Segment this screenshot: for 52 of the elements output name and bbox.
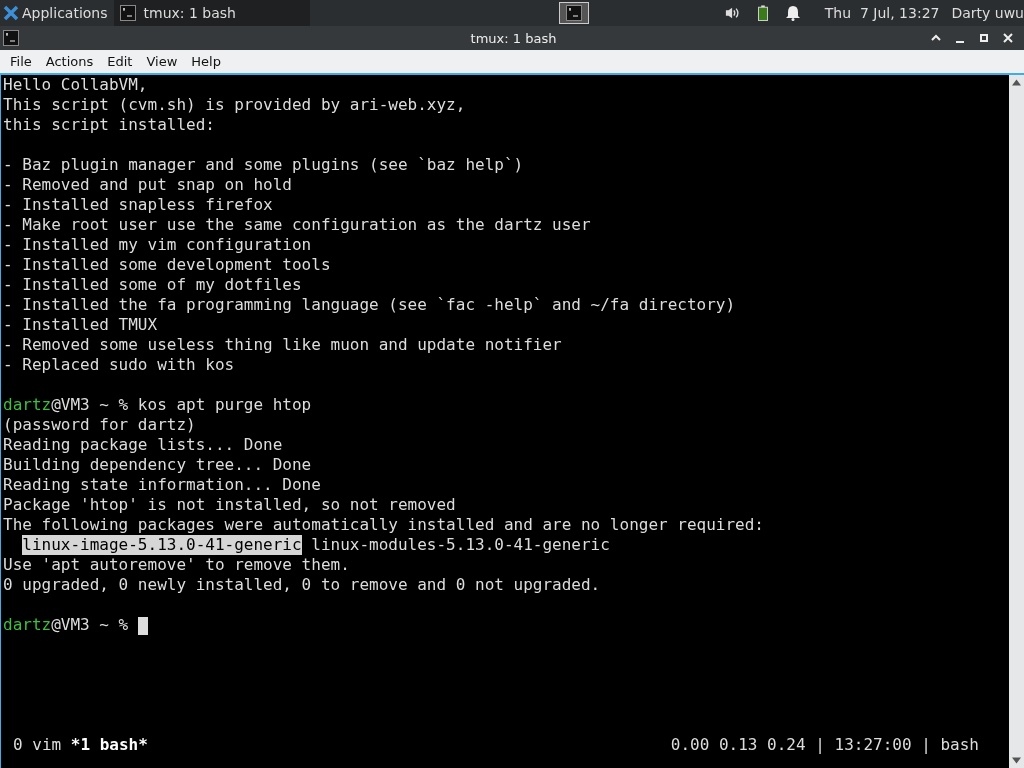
scrollbar[interactable]	[1009, 75, 1024, 768]
terminal-line: - Removed and put snap on hold	[3, 175, 293, 195]
terminal-line: - Installed snapless firefox	[3, 195, 274, 215]
terminal-line: this script installed:	[3, 115, 216, 135]
terminal-line: - Baz plugin manager and some plugins (see `baz help`)	[3, 155, 525, 175]
terminal-line: Reading package lists... Done	[3, 435, 284, 455]
terminal-line: Building dependency tree... Done	[3, 455, 313, 475]
x-logo-icon	[3, 5, 19, 21]
maximize-button[interactable]	[978, 32, 990, 44]
tmux-window-label: 0 vim	[13, 735, 62, 755]
menu-item[interactable]: File	[3, 54, 39, 69]
taskbar-button[interactable]: tmux: 1 bash	[113, 0, 310, 26]
menu-item[interactable]: Actions	[38, 54, 101, 69]
terminal-line: Hello CollabVM,	[3, 75, 149, 95]
terminal-line: (password for dartz)	[3, 415, 197, 435]
workspace-button[interactable]	[558, 2, 589, 24]
package-name: linux-modules-5.13.0-41-generic	[311, 535, 610, 555]
terminal-line: - Installed TMUX	[3, 315, 159, 335]
terminal-line: - Removed some useless thing like muon and update notifier	[3, 335, 563, 355]
tmux-window-label: *1 bash*	[70, 735, 148, 755]
terminal-icon	[119, 5, 136, 21]
terminal-line: Reading state information... Done	[3, 475, 322, 495]
volume-icon[interactable]	[724, 5, 741, 21]
menu-item[interactable]: Help	[184, 54, 228, 69]
terminal-line: Use 'apt autoremove' to remove them.	[3, 555, 351, 575]
terminal-line: - Make root user use the same configuration as the dartz user	[3, 215, 592, 235]
applications-menu[interactable]: Applications	[0, 5, 114, 21]
clock[interactable]: Thu 7 Jul, 13:27	[824, 5, 940, 21]
prompt-user: dartz	[3, 615, 52, 635]
terminal-line: 0 upgraded, 0 newly installed, 0 to remove and 0 not upgraded.	[3, 575, 602, 595]
notification-bell-icon[interactable]	[784, 5, 801, 21]
prompt-user: dartz	[3, 395, 52, 415]
status-info: 0.00 0.13 0.24 | 13:27:00 | bash	[670, 735, 979, 755]
command-text: kos apt purge htop	[137, 395, 312, 415]
terminal-icon	[3, 30, 19, 46]
window-title: tmux: 1 bash	[469, 30, 558, 46]
terminal-line: - Installed some of my dotfiles	[3, 275, 303, 295]
terminal-line: - Installed my vim configuration	[3, 235, 313, 255]
terminal-line: The following packages were automatically installed and are no longer required:	[3, 515, 765, 535]
close-button[interactable]	[1002, 32, 1014, 44]
package-name: linux-image-5.13.0-41-generic	[22, 535, 302, 555]
menu-item[interactable]: Edit	[100, 54, 140, 69]
terminal-icon	[565, 5, 582, 21]
terminal-line: Package 'htop' is not installed, so not removed	[3, 495, 457, 515]
terminal-line: - Installed the fa programming language (see `fac -help` and ~/fa directory)	[3, 295, 737, 315]
menu-item[interactable]: View	[139, 54, 185, 69]
terminal-line: - Replaced sudo with kos	[3, 355, 236, 375]
prompt-host: @VM3 ~ %	[51, 395, 129, 415]
terminal-line: - Installed some development tools	[3, 255, 332, 275]
terminal-line: This script (cvm.sh) is provided by ari-web.xyz,	[3, 95, 467, 115]
prompt-host: @VM3 ~ %	[51, 615, 129, 635]
user-name[interactable]: Darty uwu	[951, 5, 1024, 21]
